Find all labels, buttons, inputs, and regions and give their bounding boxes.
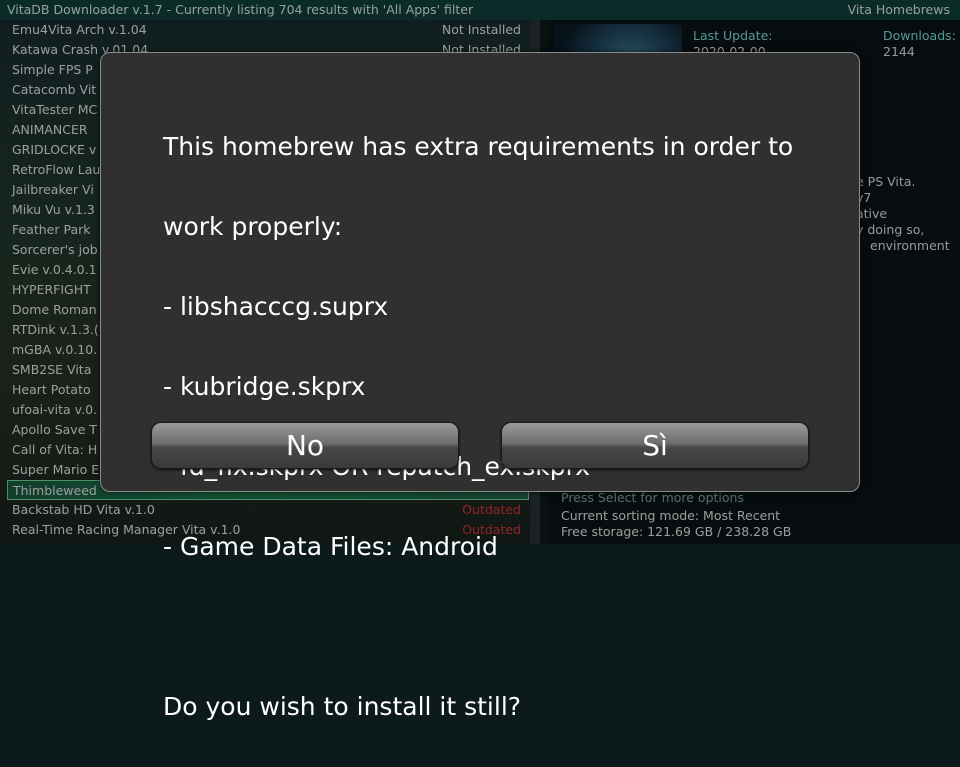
no-button[interactable]: No xyxy=(151,422,459,469)
yes-button[interactable]: Sì xyxy=(501,422,809,469)
requirement-item: - kubridge.skprx xyxy=(163,372,366,401)
confirm-question: Do you wish to install it still? xyxy=(163,692,522,721)
message-line: work properly: xyxy=(163,212,343,241)
message-line: This homebrew has extra requirements in … xyxy=(163,132,794,161)
requirement-item: - libshacccg.suprx xyxy=(163,292,389,321)
requirement-item: - Game Data Files: Android xyxy=(163,532,498,561)
requirements-dialog: This homebrew has extra requirements in … xyxy=(100,52,860,721)
